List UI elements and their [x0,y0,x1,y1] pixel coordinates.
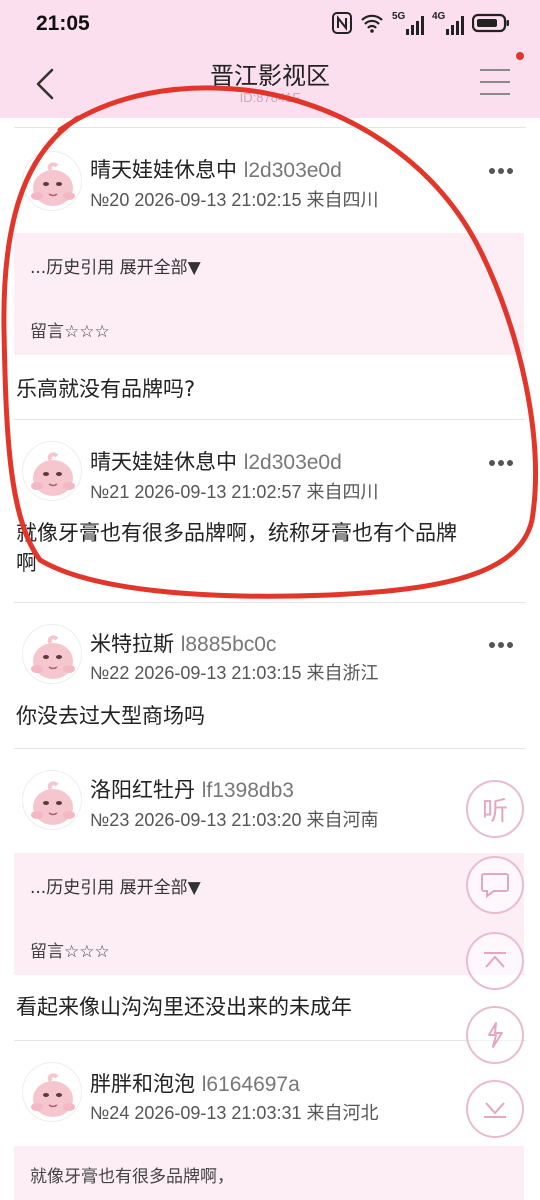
scroll-top-icon [484,952,506,968]
post-meta: №21 2026-09-13 21:02:57 来自四川 [90,482,379,502]
status-icons: 5G 4G [332,11,510,38]
more-button[interactable] [488,452,514,466]
avatar-icon [31,635,75,679]
quote-message: 留言☆☆☆ [30,942,110,962]
wifi-icon [360,13,384,37]
quote-message: 就像牙膏也有很多品牌啊， [30,1167,234,1187]
expand-history-link[interactable]: ...历史引用 展开全部▼ [30,873,201,898]
signal-5g-icon: 5G [392,11,424,37]
expand-history-link[interactable]: ...历史引用 展开全部▼ [30,253,201,278]
avatar-icon [31,162,75,206]
avatar[interactable] [22,624,82,684]
quote-block: ...历史引用 展开全部▼ 留言☆☆☆ [14,853,524,975]
post-meta: №24 2026-09-13 21:03:31 来自河北 [90,1103,379,1123]
divider [14,748,526,749]
divider [14,1040,526,1041]
username-text: 米特拉斯 [90,632,174,656]
avatar[interactable] [22,151,82,211]
more-button[interactable] [488,160,514,174]
signal-4g-icon: 4G [432,11,464,37]
avatar[interactable] [22,441,82,501]
scroll-bottom-icon [484,1102,506,1118]
more-dots-icon [489,642,513,648]
quote-message: 留言☆☆☆ [30,322,110,342]
forum-id: ID:87841F [239,90,301,105]
avatar[interactable] [22,770,82,830]
user-id: l2d303e0d [243,159,342,182]
status-time: 21:05 [36,12,90,35]
user-id: lf1398db3 [201,779,294,802]
refresh-button[interactable] [466,1006,524,1064]
divider [14,602,526,603]
listen-label: 听 [481,796,508,827]
more-dots-icon [489,460,513,466]
chat-bubble-icon [481,873,509,898]
user-id: l8885bc0c [180,633,277,656]
more-dots-icon [489,168,513,174]
post-21: 晴天娃娃休息中 l2d303e0d №21 2026-09-13 21:02:5… [0,430,540,595]
divider [14,127,526,128]
username-text: 晴天娃娃休息中 [90,158,237,182]
more-button[interactable] [488,634,514,648]
post-body: 乐高就没有品牌吗? [16,377,196,401]
avatar-icon [31,452,75,496]
username-text: 胖胖和泡泡 [90,1072,195,1096]
post-20: 晴天娃娃休息中 l2d303e0d №20 2026-09-13 21:02:1… [0,140,540,420]
post-body: 看起来像山沟沟里还没出来的未成年 [16,995,352,1019]
page-title: 晋江影视区 [210,62,330,90]
username[interactable]: 晴天娃娃休息中 l2d303e0d [90,154,342,184]
post-body-line: 啊 [16,551,37,575]
username-text: 晴天娃娃休息中 [90,450,237,474]
battery-icon [471,13,510,37]
avatar-icon [31,781,75,825]
listen-button[interactable]: 听 [466,780,524,838]
post-body: 就像牙膏也有很多品牌啊，统称牙膏也有个品牌 啊 [16,518,457,578]
post-meta: №20 2026-09-13 21:02:15 来自四川 [90,190,379,210]
username[interactable]: 米特拉斯 l8885bc0c [90,628,276,658]
post-24: 胖胖和泡泡 l6164697a №24 2026-09-13 21:03:31 … [0,1050,540,1200]
menu-button[interactable] [478,66,512,98]
username-text: 洛阳红牡丹 [90,778,195,802]
user-id: l6164697a [201,1073,300,1096]
post-23: 洛阳红牡丹 lf1398db3 №23 2026-09-13 21:03:20 … [0,758,540,1038]
refresh-arrows-icon [488,1022,503,1048]
status-bar: 21:05 5G 4G [0,0,540,48]
notification-dot [516,52,524,60]
post-22: 米特拉斯 l8885bc0c №22 2026-09-13 21:03:15 来… [0,612,540,747]
username[interactable]: 胖胖和泡泡 l6164697a [90,1068,300,1098]
scroll-bottom-button[interactable] [466,1080,524,1138]
avatar[interactable] [22,1062,82,1122]
app-header: 晋江影视区 ID:87841F [0,48,540,118]
user-id: l2d303e0d [243,451,342,474]
divider [14,419,526,420]
scroll-top-button[interactable] [466,932,524,990]
post-body: 你没去过大型商场吗 [16,704,205,728]
quote-block: 就像牙膏也有很多品牌啊， [14,1146,524,1200]
avatar-icon [31,1073,75,1117]
hamburger-icon [480,69,510,95]
post-meta: №22 2026-09-13 21:03:15 来自浙江 [90,663,379,683]
comment-button[interactable] [466,856,524,914]
nfc-icon [332,12,352,38]
post-meta: №23 2026-09-13 21:03:20 来自河南 [90,810,379,830]
username[interactable]: 晴天娃娃休息中 l2d303e0d [90,446,342,476]
username[interactable]: 洛阳红牡丹 lf1398db3 [90,774,294,804]
post-body-line: 就像牙膏也有很多品牌啊，统称牙膏也有个品牌 [16,521,457,545]
quote-block: ...历史引用 展开全部▼ 留言☆☆☆ [14,233,524,355]
